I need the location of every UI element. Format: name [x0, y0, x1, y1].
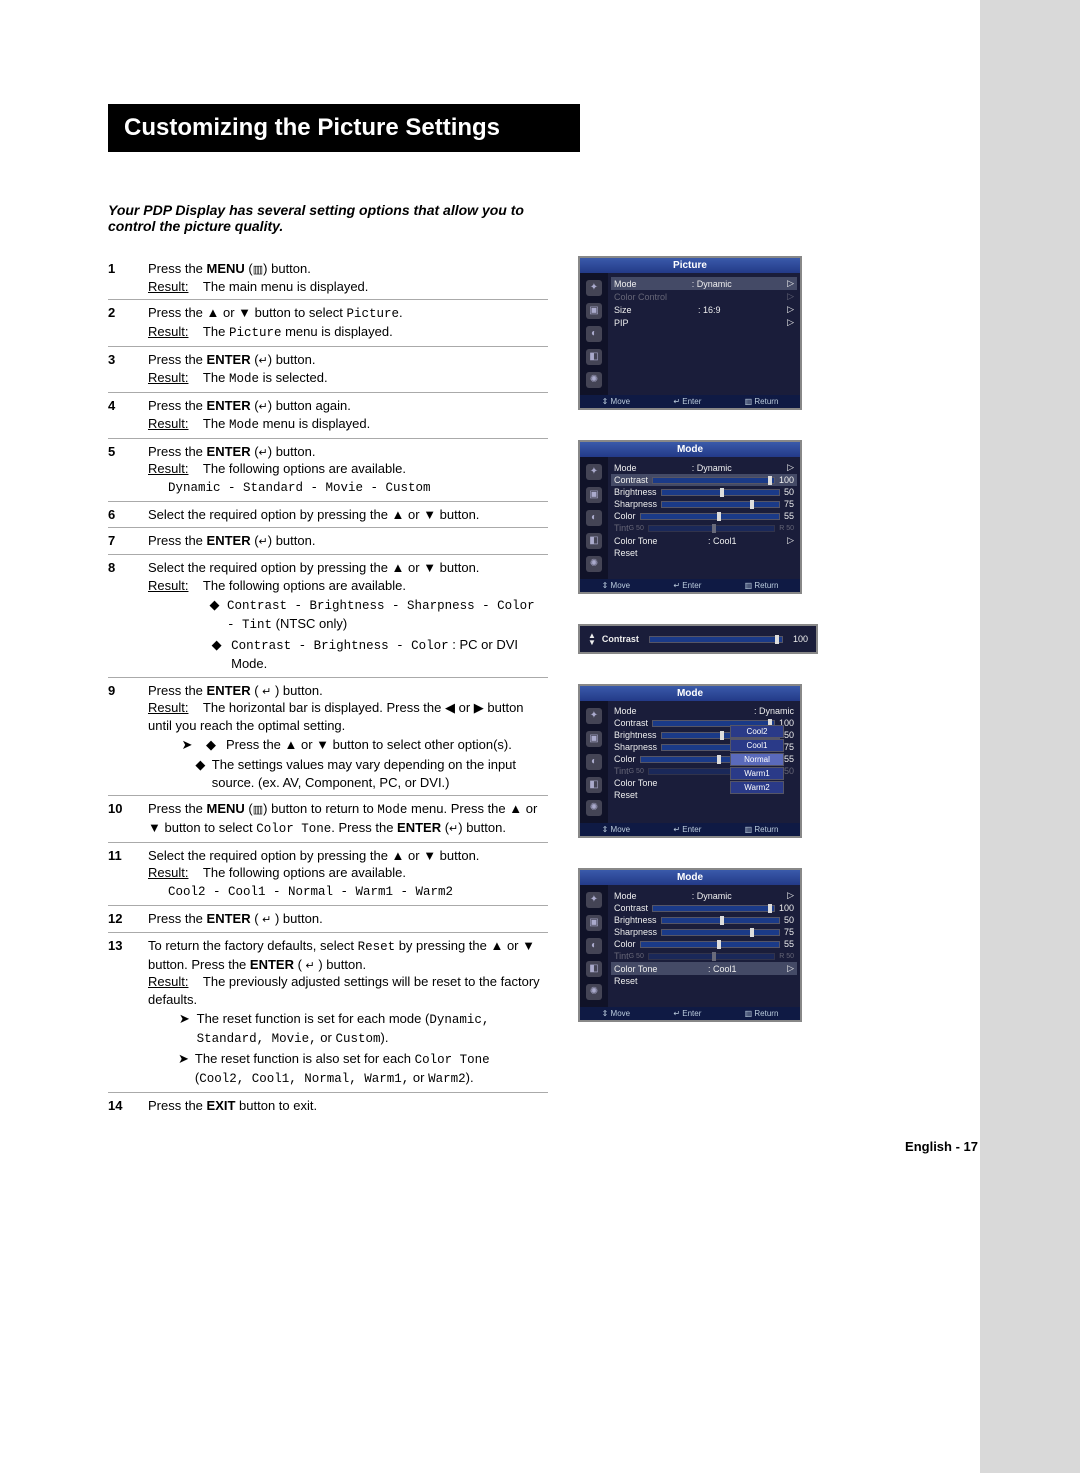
- diamond-icon: ◆: [208, 596, 221, 634]
- osd-contrast-bar: ▲▼ Contrast 100: [578, 624, 818, 654]
- hand-icon: ➤: [178, 736, 196, 754]
- content-area: Customizing the Picture Settings Your PD…: [108, 104, 978, 1119]
- page-title: Customizing the Picture Settings: [108, 104, 580, 152]
- osd-picture-menu: Picture ✦▣◐◧✺ Mode: Dynamic▷ Color Contr…: [578, 256, 802, 410]
- enter-icon: ↵: [259, 355, 268, 367]
- side-gray-band: [980, 0, 1080, 1473]
- intro-text: Your PDP Display has several setting opt…: [108, 202, 538, 234]
- osd-icon-strip: ✦▣◐◧✺: [580, 273, 608, 395]
- page-footer: English - 17: [905, 1139, 978, 1154]
- osd-colortone-menu: Mode ✦▣◐◧✺ Mode: Dynamic Contrast100 Bri…: [578, 684, 802, 838]
- menu-icon: ▥: [253, 264, 263, 276]
- step-num: 1: [108, 256, 148, 300]
- osd-mode-menu: Mode ✦▣◐◧✺ Mode: Dynamic▷ Contrast100 Br…: [578, 440, 802, 594]
- osd-mode-menu-2: Mode ✦▣◐◧✺ Mode: Dynamic▷ Contrast100 Br…: [578, 868, 802, 1022]
- osd-samples-column: Picture ✦▣◐◧✺ Mode: Dynamic▷ Color Contr…: [578, 256, 838, 1119]
- steps-column: 1 Press the MENU (▥) button. Result: The…: [108, 256, 548, 1119]
- step-text: Press the MENU (▥) button. Result: The m…: [148, 256, 548, 300]
